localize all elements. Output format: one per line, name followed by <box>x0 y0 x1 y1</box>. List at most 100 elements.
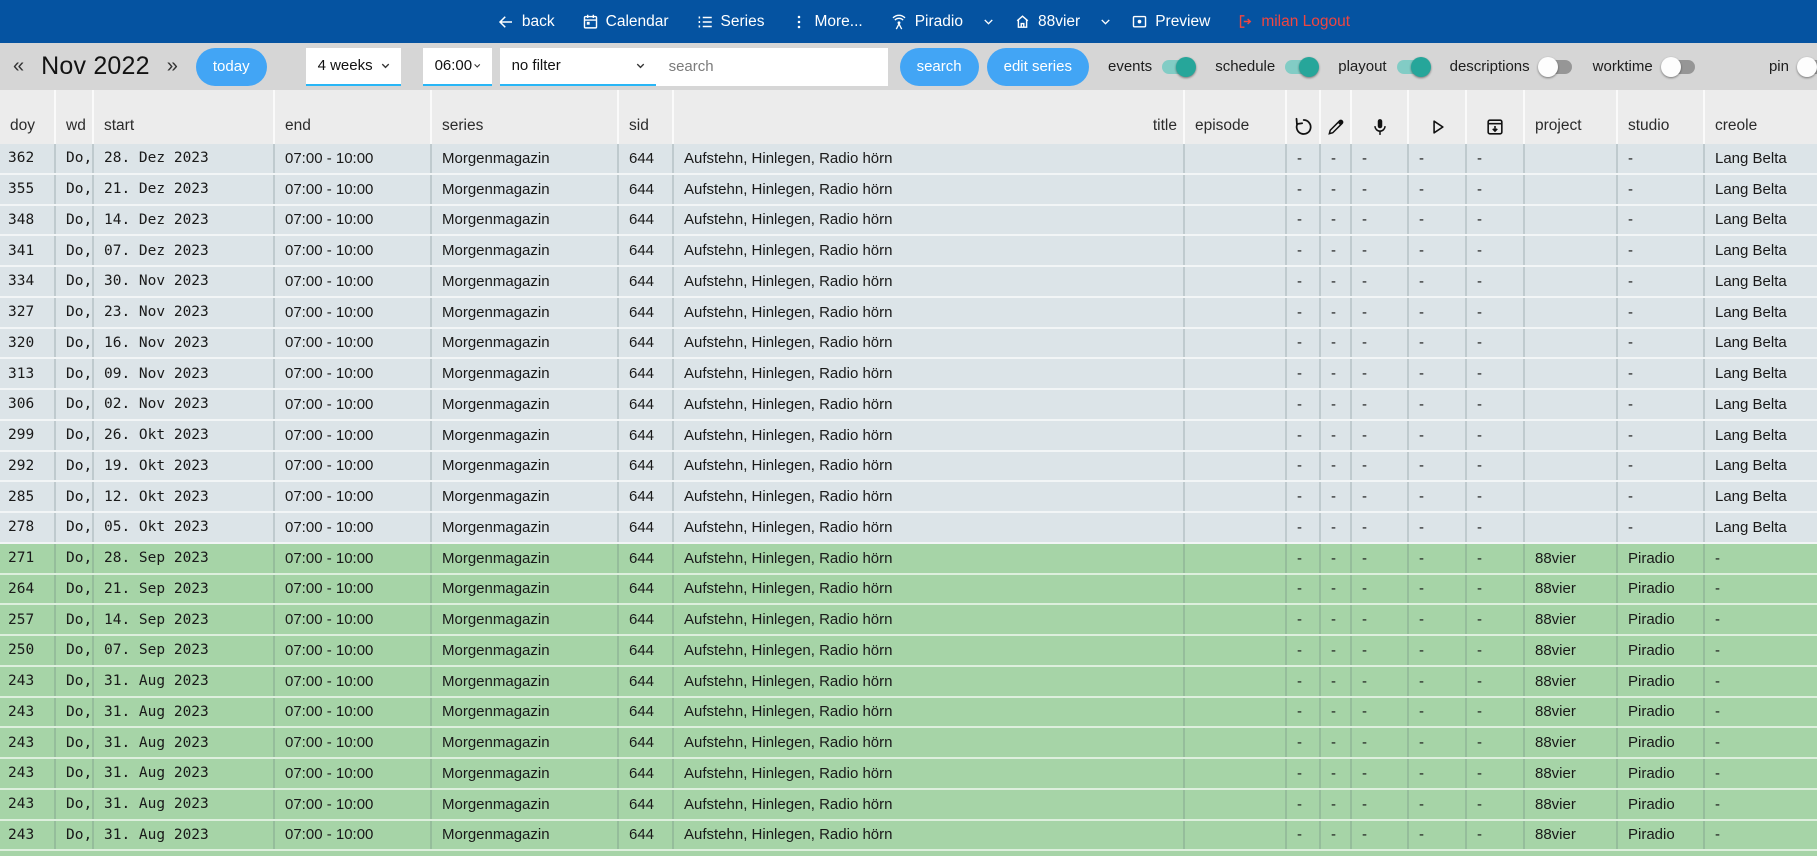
table-row[interactable]: 271Do,28. Sep 202307:00 - 10:00Morgenmag… <box>0 544 1817 575</box>
cell-creole: - <box>1703 698 1817 727</box>
cell-edit: - <box>1319 298 1350 327</box>
table-row[interactable]: 243Do,31. Aug 202307:00 - 10:00Morgenmag… <box>0 698 1817 729</box>
cell-wd: Do, <box>54 206 92 235</box>
table-row[interactable]: 243Do,31. Aug 202307:00 - 10:00Morgenmag… <box>0 667 1817 698</box>
cell-episode <box>1183 728 1285 757</box>
preview-icon <box>1131 13 1148 30</box>
preview-nav-item[interactable]: Preview <box>1131 13 1210 31</box>
table-row[interactable]: 278Do,05. Okt 202307:00 - 10:00Morgenmag… <box>0 513 1817 544</box>
cell-series: Morgenmagazin <box>430 452 617 481</box>
prev-month-button[interactable]: « <box>9 55 28 78</box>
cell-sid: 644 <box>617 575 672 604</box>
table-row[interactable]: 250Do,07. Sep 202307:00 - 10:00Morgenmag… <box>0 636 1817 667</box>
table-body: 362Do,28. Dez 202307:00 - 10:00Morgenmag… <box>0 144 1817 856</box>
home-icon <box>1014 13 1031 30</box>
cell-creole: - <box>1703 667 1817 696</box>
cell-episode <box>1183 236 1285 265</box>
chevron-down-icon <box>981 14 996 29</box>
today-button[interactable]: today <box>196 48 267 86</box>
cell-record: - <box>1350 821 1407 850</box>
table-row[interactable]: 334Do,30. Nov 202307:00 - 10:00Morgenmag… <box>0 267 1817 298</box>
table-row[interactable]: 243Do,31. Aug 202307:00 - 10:00Morgenmag… <box>0 790 1817 821</box>
cell-series: Morgenmagazin <box>430 206 617 235</box>
table-row[interactable]: 327Do,23. Nov 202307:00 - 10:00Morgenmag… <box>0 298 1817 329</box>
pin-toggle[interactable] <box>1797 57 1817 77</box>
cell-doy: 299 <box>0 421 54 450</box>
edit-series-button[interactable]: edit series <box>987 48 1089 86</box>
table-row[interactable]: 355Do,21. Dez 202307:00 - 10:00Morgenmag… <box>0 175 1817 206</box>
cell-start: 31. Aug 2023 <box>92 821 273 850</box>
table-row[interactable]: 285Do,12. Okt 202307:00 - 10:00Morgenmag… <box>0 482 1817 513</box>
table-row[interactable]: 299Do,26. Okt 202307:00 - 10:00Morgenmag… <box>0 421 1817 452</box>
descriptions-toggle[interactable] <box>1538 57 1574 77</box>
cell-studio: - <box>1616 298 1703 327</box>
cell-end: 07:00 - 10:00 <box>273 359 430 388</box>
cell-start: 05. Okt 2023 <box>92 513 273 542</box>
back-button[interactable]: back <box>497 13 555 31</box>
events-toggle[interactable] <box>1160 57 1196 77</box>
worktime-toggle[interactable] <box>1661 57 1697 77</box>
cell-project <box>1523 452 1616 481</box>
table-row[interactable]: 257Do,14. Sep 202307:00 - 10:00Morgenmag… <box>0 605 1817 636</box>
table-row[interactable]: 320Do,16. Nov 202307:00 - 10:00Morgenmag… <box>0 329 1817 360</box>
cell-end: 07:00 - 10:00 <box>273 575 430 604</box>
cell-play: - <box>1407 236 1465 265</box>
cell-play: - <box>1407 605 1465 634</box>
filter-select[interactable]: no filter <box>500 48 656 86</box>
next-month-button[interactable]: » <box>163 55 182 78</box>
station-dropdown-chevron[interactable] <box>981 14 996 29</box>
cell-creole: Lang Belta <box>1703 298 1817 327</box>
cell-sid: 644 <box>617 359 672 388</box>
table-row[interactable]: 341Do,07. Dez 202307:00 - 10:00Morgenmag… <box>0 236 1817 267</box>
cell-creole: - <box>1703 728 1817 757</box>
table-row[interactable]: 313Do,09. Nov 202307:00 - 10:00Morgenmag… <box>0 359 1817 390</box>
cell-undo: - <box>1285 144 1319 173</box>
back-label: back <box>522 13 555 31</box>
series-nav-item[interactable]: Series <box>696 13 765 31</box>
cell-doy: 250 <box>0 636 54 665</box>
cell-start: 31. Aug 2023 <box>92 728 273 757</box>
cell-end: 07:00 - 10:00 <box>273 421 430 450</box>
table-row[interactable]: 292Do,19. Okt 202307:00 - 10:00Morgenmag… <box>0 452 1817 483</box>
cell-series: Morgenmagazin <box>430 821 617 850</box>
time-select[interactable]: 06:00 <box>423 48 492 86</box>
channel-dropdown-chevron[interactable] <box>1098 14 1113 29</box>
cell-archive: - <box>1465 513 1523 542</box>
logout-button[interactable]: milan Logout <box>1237 13 1350 31</box>
table-row-partial[interactable] <box>0 851 1817 856</box>
cell-project: 88vier <box>1523 575 1616 604</box>
table-row[interactable]: 243Do,31. Aug 202307:00 - 10:00Morgenmag… <box>0 759 1817 790</box>
table-row[interactable]: 243Do,31. Aug 202307:00 - 10:00Morgenmag… <box>0 728 1817 759</box>
range-select[interactable]: 4 weeks <box>306 48 401 86</box>
table-row[interactable]: 362Do,28. Dez 202307:00 - 10:00Morgenmag… <box>0 144 1817 175</box>
cell-doy: 285 <box>0 482 54 511</box>
calendar-nav-item[interactable]: Calendar <box>582 13 669 31</box>
station-nav-item[interactable]: Piradio <box>890 13 963 31</box>
cell-sid: 644 <box>617 390 672 419</box>
cell-doy: 243 <box>0 790 54 819</box>
cell-wd: Do, <box>54 667 92 696</box>
cell-end: 07:00 - 10:00 <box>273 144 430 173</box>
cell-wd: Do, <box>54 421 92 450</box>
cell-play: - <box>1407 175 1465 204</box>
cell-archive: - <box>1465 329 1523 358</box>
cell-studio: - <box>1616 329 1703 358</box>
more-label: More... <box>814 13 862 31</box>
cell-studio: - <box>1616 206 1703 235</box>
playout-toggle[interactable] <box>1395 57 1431 77</box>
schedule-toggle[interactable] <box>1283 57 1319 77</box>
search-button[interactable]: search <box>900 48 979 86</box>
more-nav-item[interactable]: More... <box>791 13 862 31</box>
channel-nav-item[interactable]: 88vier <box>1014 13 1080 31</box>
cell-doy: 264 <box>0 575 54 604</box>
table-row[interactable]: 243Do,31. Aug 202307:00 - 10:00Morgenmag… <box>0 821 1817 852</box>
table-row[interactable]: 348Do,14. Dez 202307:00 - 10:00Morgenmag… <box>0 206 1817 237</box>
cell-wd: Do, <box>54 175 92 204</box>
table-row[interactable]: 264Do,21. Sep 202307:00 - 10:00Morgenmag… <box>0 575 1817 606</box>
table-row[interactable]: 306Do,02. Nov 202307:00 - 10:00Morgenmag… <box>0 390 1817 421</box>
cell-title: Aufstehn, Hinlegen, Radio hörn <box>672 421 1183 450</box>
cell-episode <box>1183 267 1285 296</box>
column-header-title: title <box>672 90 1183 144</box>
search-input[interactable] <box>656 48 888 86</box>
cell-play: - <box>1407 759 1465 788</box>
